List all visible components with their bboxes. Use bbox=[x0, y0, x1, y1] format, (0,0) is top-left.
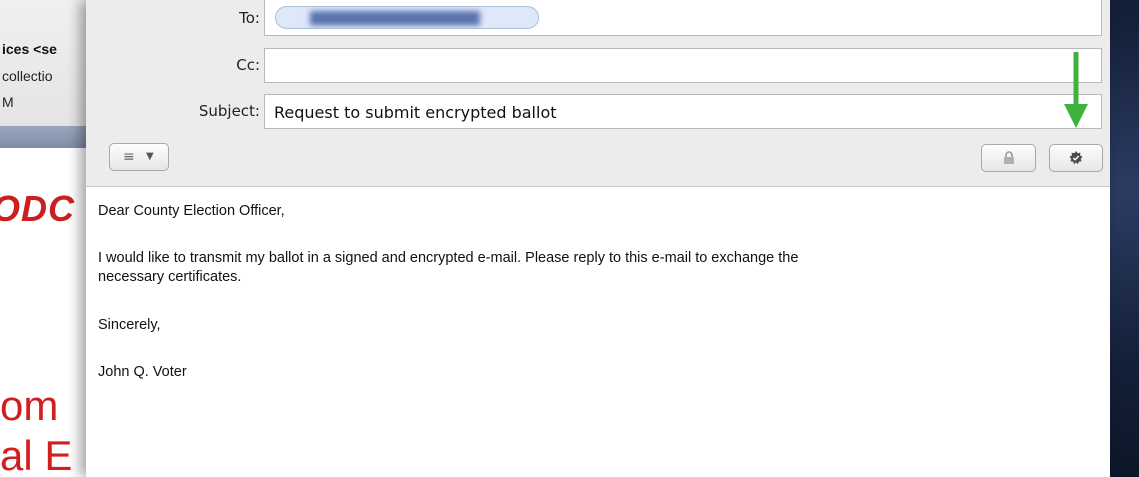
subject-label: Subject: bbox=[198, 102, 260, 120]
background-subject-text: collectio bbox=[2, 68, 53, 84]
background-heading-line2: al E bbox=[0, 432, 73, 477]
background-heading-line1: om bbox=[0, 382, 59, 429]
message-paragraph-line2: necessary certificates. bbox=[98, 269, 242, 285]
background-sender-text: ices <se bbox=[2, 41, 57, 57]
chevron-down-icon: ▼ bbox=[146, 151, 154, 162]
desktop-background bbox=[1110, 0, 1139, 477]
message-body-editor[interactable]: Dear County Election Officer, I would li… bbox=[86, 188, 1110, 477]
subject-field[interactable]: Request to submit encrypted ballot bbox=[264, 94, 1102, 129]
list-icon: ≡ bbox=[123, 149, 135, 165]
recipient-token[interactable]: ████████████████████ bbox=[275, 6, 539, 29]
background-mail-window[interactable]: ices <se collectio M ODC om al E bbox=[0, 0, 100, 477]
encrypt-button[interactable] bbox=[981, 144, 1036, 172]
subject-value: Request to submit encrypted ballot bbox=[274, 103, 557, 122]
cc-field[interactable] bbox=[264, 48, 1102, 83]
message-signature: John Q. Voter bbox=[98, 364, 187, 380]
message-closing: Sincerely, bbox=[98, 317, 161, 333]
to-field[interactable]: ████████████████████ bbox=[264, 0, 1102, 36]
background-window-divider bbox=[0, 126, 100, 148]
green-annotation-arrow bbox=[1064, 52, 1088, 128]
sign-button[interactable] bbox=[1049, 144, 1103, 172]
background-brand-text: ODC bbox=[0, 188, 75, 229]
certificate-seal-icon bbox=[1069, 151, 1083, 165]
background-window-header bbox=[0, 0, 100, 130]
header-fields-menu-button[interactable]: ≡ ▼ bbox=[109, 143, 169, 171]
message-paragraph-line1: I would like to transmit my ballot in a … bbox=[98, 250, 799, 266]
recipient-address-blurred: ████████████████████ bbox=[310, 11, 481, 25]
message-greeting: Dear County Election Officer, bbox=[98, 203, 285, 219]
to-label: To: bbox=[239, 9, 260, 27]
compose-window: To: ████████████████████ Cc: Subject: Re… bbox=[86, 0, 1110, 477]
compose-header: To: ████████████████████ Cc: Subject: Re… bbox=[86, 0, 1110, 187]
lock-icon bbox=[1003, 151, 1014, 164]
cc-label: Cc: bbox=[236, 56, 260, 74]
background-date-text: M bbox=[2, 94, 14, 110]
